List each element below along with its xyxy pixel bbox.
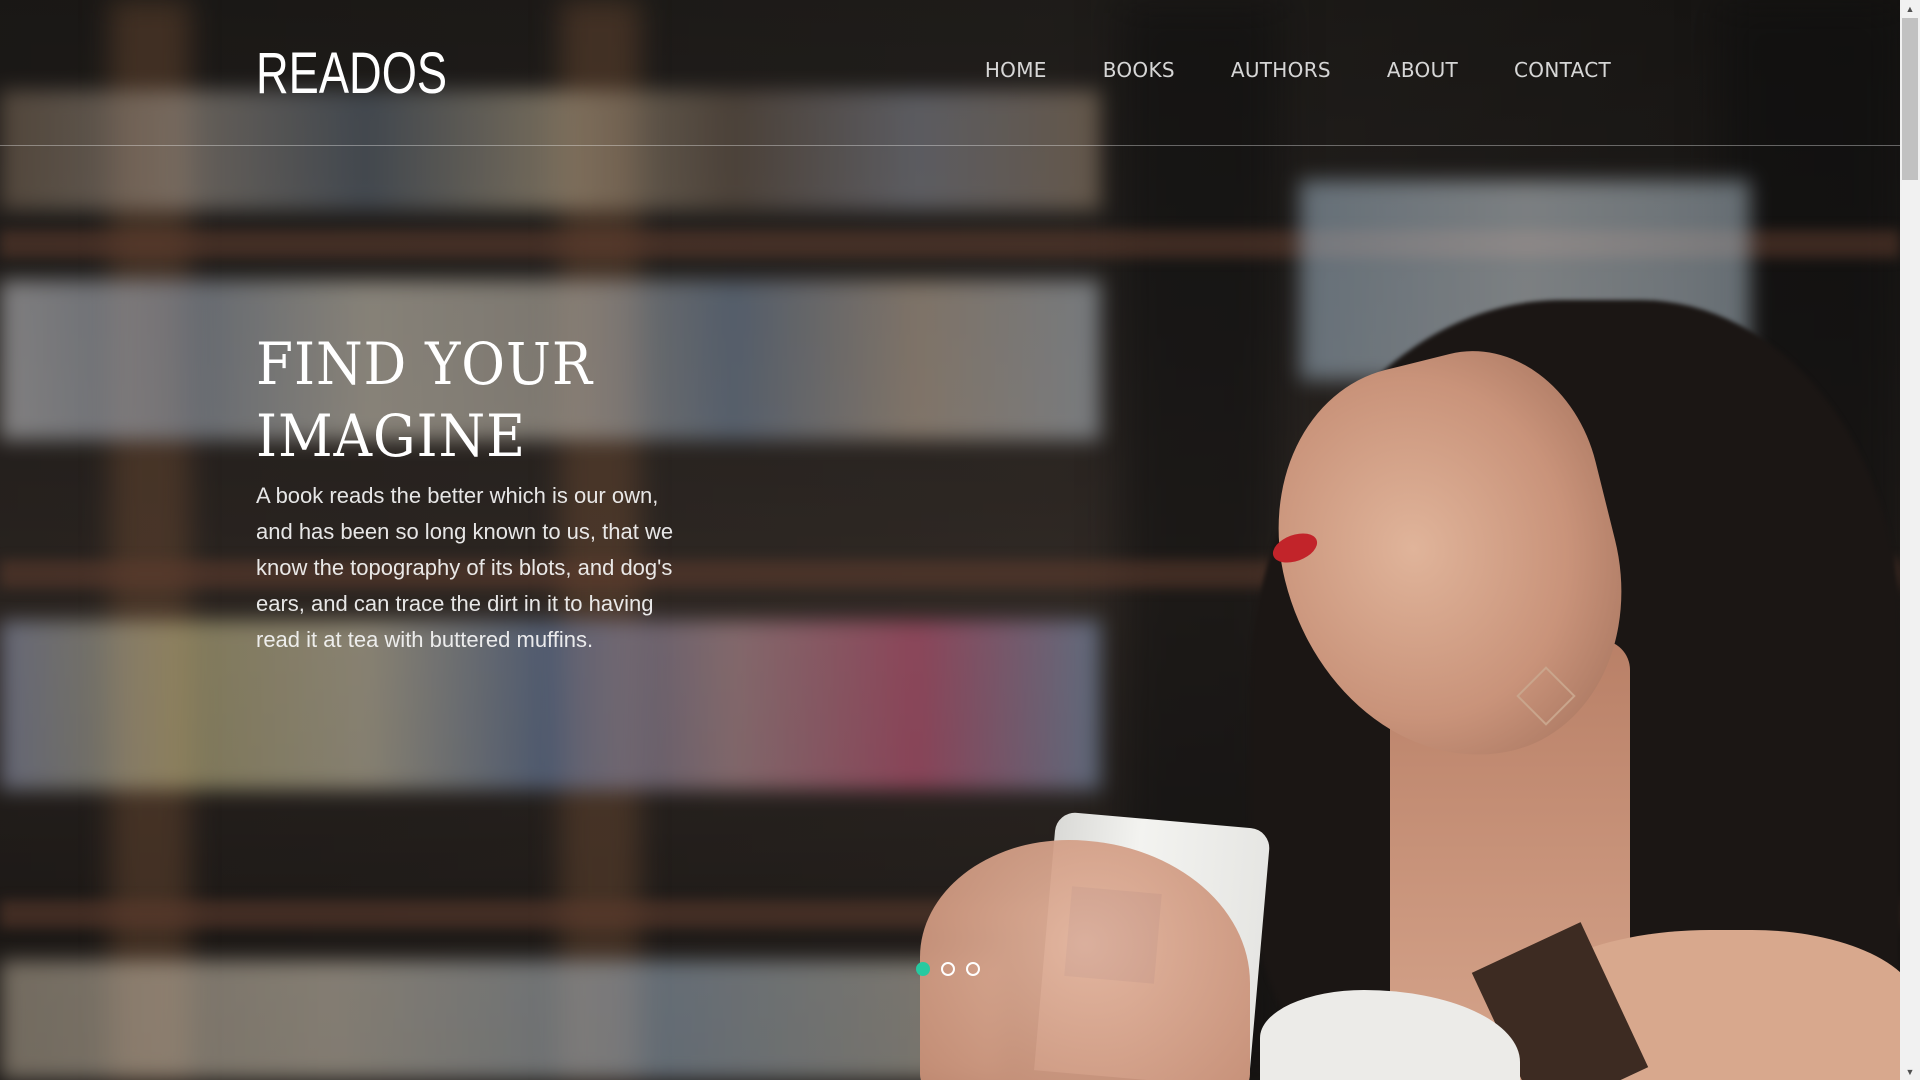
site-header: READOS HOME BOOKS AUTHORS ABOUT CONTACT [0,0,1900,146]
nav-authors[interactable]: AUTHORS [1231,58,1331,82]
slider-dots [916,962,980,976]
page-scrollbar[interactable]: ▲ ▼ [1900,0,1920,1080]
headline-line-2: IMAGINE [256,402,527,470]
hero-quote: A book reads the better which is our own… [256,483,674,652]
triangle-down-icon[interactable]: ▼ [1900,1063,1920,1080]
nav-books[interactable]: BOOKS [1103,58,1175,82]
site-logo[interactable]: READOS [256,40,447,107]
slider-dot-2[interactable] [941,962,955,976]
nav-home[interactable]: HOME [985,58,1047,82]
scroll-thumb[interactable] [1902,18,1918,180]
main-nav: HOME BOOKS AUTHORS ABOUT CONTACT [985,58,1611,82]
triangle-up-icon[interactable]: ▲ [1900,0,1920,17]
nav-about[interactable]: ABOUT [1387,58,1458,82]
hero-headline: FIND YOUR IMAGINE [256,328,734,472]
books-row [0,960,1000,1080]
slider-dot-1[interactable] [916,962,930,976]
headline-line-1: FIND YOUR [256,330,593,398]
slider-dot-3[interactable] [966,962,980,976]
nav-contact[interactable]: CONTACT [1514,58,1611,82]
